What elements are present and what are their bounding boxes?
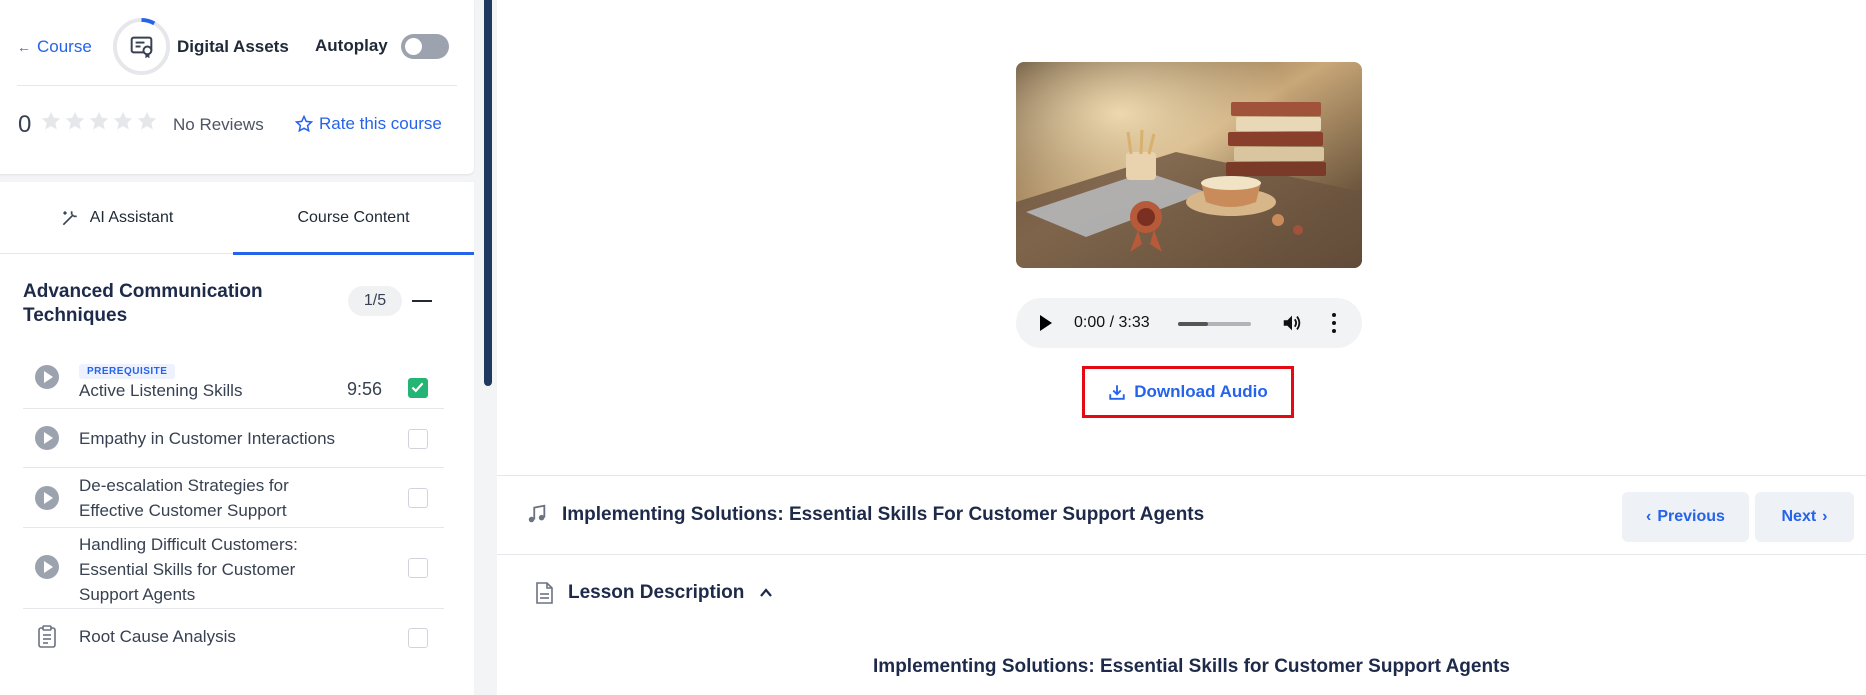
toggle-knob — [405, 38, 422, 55]
star-icon — [65, 111, 85, 130]
next-button[interactable]: Next › — [1755, 492, 1854, 542]
play-circle-icon — [35, 555, 59, 579]
music-note-icon — [528, 504, 546, 523]
lesson-title: Root Cause Analysis — [79, 627, 236, 646]
sidebar: ← Course Digital Assets Autoplay 0 No Re… — [0, 0, 475, 695]
lesson-duration: 9:56 — [346, 379, 382, 399]
audio-time: 0:00 / 3:33 — [1074, 314, 1150, 331]
play-circle-icon — [35, 486, 59, 510]
section-progress-count: 1/5 — [348, 286, 402, 316]
course-header-card: ← Course Digital Assets Autoplay 0 No Re… — [0, 0, 474, 174]
certificate-icon — [130, 36, 153, 59]
chevron-up-icon — [760, 588, 773, 597]
back-to-course-link[interactable]: ← Course — [17, 37, 92, 57]
audio-player: 0:00 / 3:33 — [1016, 298, 1362, 348]
lesson-complete-checkbox[interactable] — [408, 628, 428, 648]
document-list-icon — [38, 625, 56, 648]
tab-content-label: Course Content — [297, 209, 410, 226]
arrow-left-icon: ← — [17, 39, 31, 55]
autoplay-label: Autoplay — [315, 36, 388, 55]
download-label: Download Audio — [1134, 382, 1268, 401]
description-heading: Implementing Solutions: Essential Skills… — [873, 656, 1510, 677]
play-icon[interactable] — [1040, 315, 1052, 331]
rating-stars — [40, 110, 158, 132]
download-icon — [1109, 385, 1125, 400]
audio-seek-slider[interactable] — [1178, 322, 1251, 326]
checkmark-icon — [411, 382, 424, 393]
lesson-complete-checkbox[interactable] — [408, 429, 428, 449]
chevron-right-icon: › — [1822, 508, 1828, 525]
tab-ai-assistant[interactable]: AI Assistant — [0, 182, 233, 254]
app-root: ← Course Digital Assets Autoplay 0 No Re… — [0, 0, 1866, 695]
next-label: Next — [1781, 508, 1817, 525]
lesson-description-toggle[interactable]: Lesson Description — [534, 582, 774, 604]
lesson-complete-checkbox[interactable] — [408, 558, 428, 578]
sidebar-scrollbar-thumb[interactable] — [484, 0, 492, 386]
play-circle-icon — [35, 426, 59, 450]
star-icon — [41, 111, 61, 130]
star-icon — [89, 111, 109, 130]
audio-seek-fill — [1178, 322, 1208, 326]
current-lesson-title: Implementing Solutions: Essential Skills… — [562, 504, 1205, 525]
lesson-item[interactable]: Root Cause Analysis — [23, 609, 444, 665]
lesson-title: De-escalation Strategies for Effective C… — [79, 476, 289, 520]
lesson-complete-checkbox[interactable] — [408, 378, 428, 398]
star-icon — [137, 111, 157, 130]
main-content: 0:00 / 3:33 Download Audio Implementing … — [497, 0, 1866, 695]
active-tab-indicator — [233, 252, 474, 255]
lesson-item[interactable]: Empathy in Customer Interactions — [23, 409, 444, 468]
rating-value: 0 — [18, 111, 32, 138]
previous-button[interactable]: ‹ Previous — [1622, 492, 1749, 542]
lesson-item[interactable]: Handling Difficult Customers: Essential … — [23, 528, 444, 609]
lesson-complete-checkbox[interactable] — [408, 488, 428, 508]
lesson-item[interactable]: De-escalation Strategies for Effective C… — [23, 468, 444, 528]
course-progress-ring — [112, 17, 171, 76]
magic-wand-icon — [62, 211, 77, 226]
volume-icon[interactable] — [1281, 312, 1303, 334]
chevron-left-icon: ‹ — [1646, 508, 1652, 525]
back-label: Course — [37, 37, 92, 56]
divider — [17, 85, 457, 86]
tab-ai-label: AI Assistant — [89, 209, 174, 226]
star-icon — [113, 111, 133, 130]
lesson-cover-image — [1016, 62, 1362, 268]
lesson-title: Active Listening Skills — [79, 381, 243, 400]
rate-label: Rate this course — [319, 114, 442, 133]
lesson-nav-bar: Implementing Solutions: Essential Skills… — [497, 475, 1866, 555]
lesson-title: Empathy in Customer Interactions — [79, 429, 336, 448]
rate-course-link[interactable]: Rate this course — [295, 114, 442, 134]
section-title: Advanced Communication Techniques — [23, 281, 263, 326]
previous-label: Previous — [1657, 508, 1725, 525]
star-outline-icon — [295, 115, 313, 133]
collapse-section-button[interactable] — [412, 300, 432, 302]
tab-course-content[interactable]: Course Content — [233, 182, 474, 255]
lesson-item[interactable]: PREREQUISITE Active Listening Skills 9:5… — [23, 355, 444, 409]
more-options-icon[interactable] — [1332, 313, 1336, 333]
course-content-panel: AI Assistant Course Content Advanced Com… — [0, 182, 474, 695]
lesson-title: Handling Difficult Customers: Essential … — [79, 535, 298, 604]
sidebar-tabs: AI Assistant Course Content — [0, 182, 474, 255]
autoplay-toggle[interactable] — [401, 34, 449, 59]
download-audio-button[interactable]: Download Audio — [1082, 366, 1294, 418]
prerequisite-badge: PREREQUISITE — [79, 364, 176, 379]
document-icon — [536, 582, 553, 604]
lesson-description-label: Lesson Description — [568, 582, 745, 603]
course-name: Digital Assets — [177, 37, 289, 56]
reviews-count: No Reviews — [173, 115, 264, 134]
play-circle-icon — [35, 365, 59, 389]
